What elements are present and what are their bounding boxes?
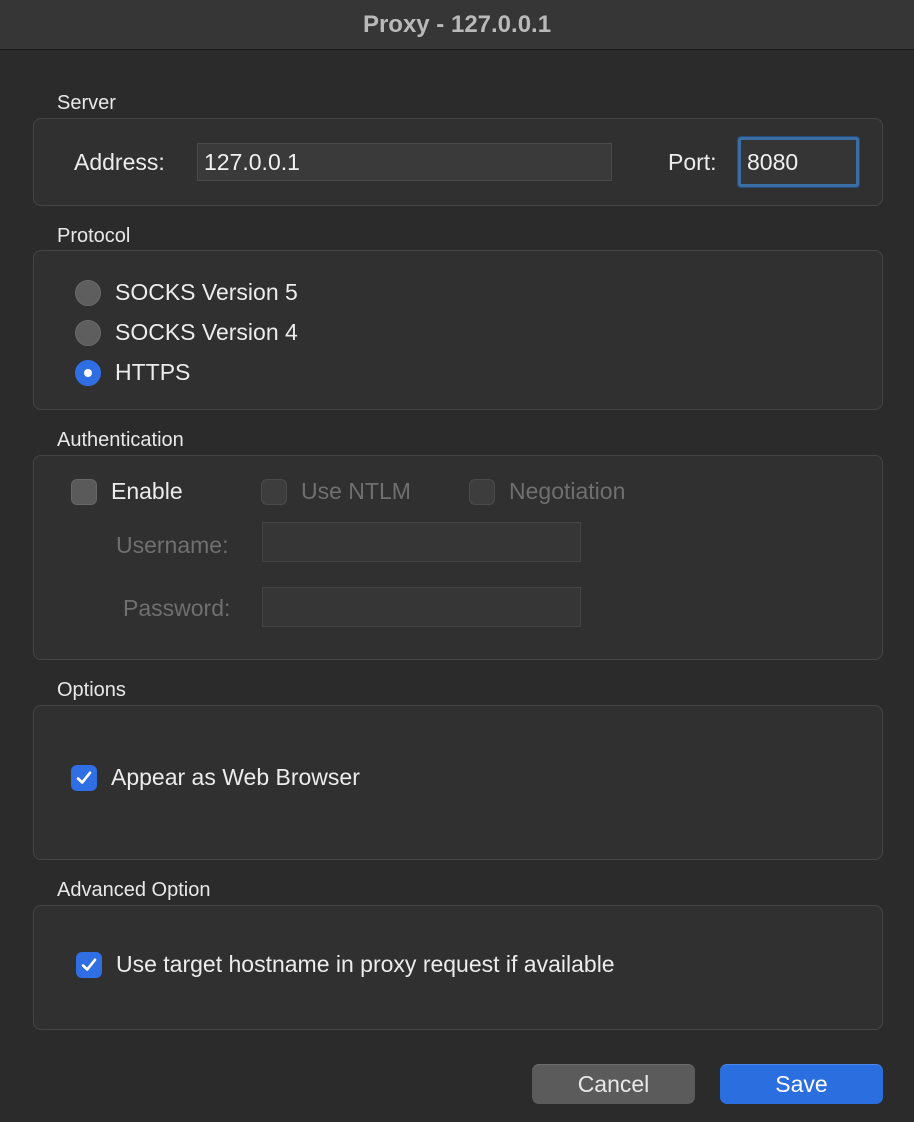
use-ntlm-checkbox[interactable]: [261, 478, 287, 505]
radio-socks5-label[interactable]: SOCKS Version 5: [115, 279, 298, 306]
radio-socks4[interactable]: SOCKS Version 4: [75, 319, 298, 346]
checkmark-icon: [81, 958, 97, 971]
use-target-hostname-label[interactable]: Use target hostname in proxy request if …: [116, 951, 615, 978]
radio-https[interactable]: HTTPS: [75, 359, 190, 386]
options-panel: Appear as Web Browser: [33, 705, 883, 860]
radio-socks4-label[interactable]: SOCKS Version 4: [115, 319, 298, 346]
port-label: Port:: [668, 149, 717, 175]
radio-socks4-indicator[interactable]: [75, 319, 101, 346]
window-title: Proxy - 127.0.0.1: [362, 10, 552, 38]
appear-as-web-browser-label[interactable]: Appear as Web Browser: [111, 764, 360, 791]
radio-https-label[interactable]: HTTPS: [115, 359, 190, 386]
advanced-panel: Use target hostname in proxy request if …: [33, 905, 883, 1030]
username-label: Username:: [116, 532, 229, 558]
enable-checkbox-row[interactable]: Enable: [71, 478, 183, 505]
use-target-hostname-row[interactable]: Use target hostname in proxy request if …: [76, 951, 615, 978]
enable-label[interactable]: Enable: [111, 478, 183, 505]
advanced-section-label: Advanced Option: [57, 879, 211, 901]
enable-checkbox[interactable]: [71, 478, 97, 505]
checkmark-icon: [76, 771, 92, 784]
appear-as-web-browser-row[interactable]: Appear as Web Browser: [71, 764, 360, 791]
use-ntlm-label[interactable]: Use NTLM: [301, 478, 411, 505]
negotiation-checkbox-row[interactable]: Negotiation: [469, 478, 625, 505]
radio-socks5-indicator[interactable]: [75, 279, 101, 306]
options-section-label: Options: [57, 679, 126, 701]
use-ntlm-checkbox-row[interactable]: Use NTLM: [261, 478, 411, 505]
server-panel: Address: Port:: [33, 118, 883, 206]
negotiation-label[interactable]: Negotiation: [509, 478, 625, 505]
radio-https-indicator[interactable]: [75, 359, 101, 386]
server-section-label: Server: [57, 92, 116, 114]
negotiation-checkbox[interactable]: [469, 478, 495, 505]
authentication-panel: Enable Use NTLM Negotiation Username: Pa…: [33, 455, 883, 660]
port-input[interactable]: [738, 137, 859, 187]
use-target-hostname-checkbox[interactable]: [76, 951, 102, 978]
password-label: Password:: [123, 595, 231, 621]
password-input[interactable]: [262, 587, 581, 627]
save-button[interactable]: Save: [720, 1064, 883, 1104]
protocol-section-label: Protocol: [57, 225, 131, 247]
address-input[interactable]: [197, 143, 612, 181]
cancel-button[interactable]: Cancel: [532, 1064, 695, 1104]
radio-socks5[interactable]: SOCKS Version 5: [75, 279, 298, 306]
appear-as-web-browser-checkbox[interactable]: [71, 764, 97, 791]
protocol-panel: SOCKS Version 5 SOCKS Version 4 HTTPS: [33, 250, 883, 410]
window-titlebar: Proxy - 127.0.0.1: [0, 0, 914, 50]
authentication-section-label: Authentication: [57, 429, 184, 451]
address-label: Address:: [74, 149, 165, 175]
username-input[interactable]: [262, 522, 581, 562]
